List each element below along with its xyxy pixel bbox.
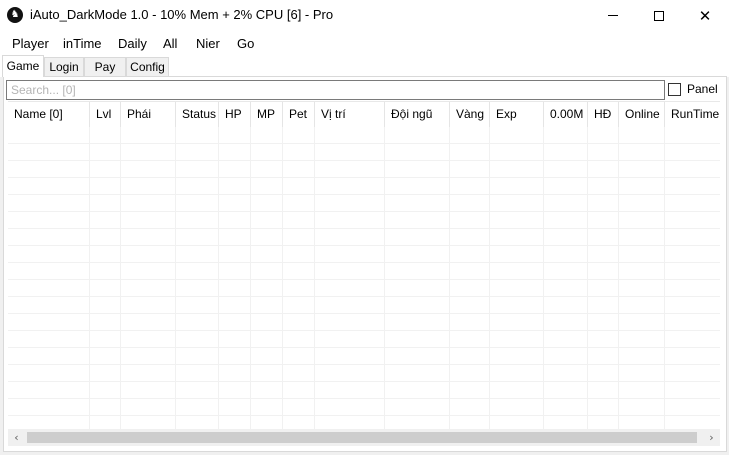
panel-checkbox-label: Panel <box>687 82 718 96</box>
minimize-icon <box>608 15 618 16</box>
grid-line <box>8 381 720 382</box>
grid-line <box>489 127 490 429</box>
grid-line <box>8 177 720 178</box>
column-header-name[interactable]: Name [0] <box>8 102 90 127</box>
grid-line <box>8 296 720 297</box>
grid-line <box>449 127 450 429</box>
column-header-phai[interactable]: Phái <box>121 102 176 127</box>
menu-go[interactable]: Go <box>237 36 254 51</box>
search-input[interactable] <box>6 80 665 100</box>
horizontal-scrollbar[interactable]: ‹ › <box>8 429 720 446</box>
grid-line <box>587 127 588 429</box>
menu-player[interactable]: Player <box>12 36 49 51</box>
app-icon: ♞ <box>7 7 23 23</box>
grid-line <box>8 160 720 161</box>
column-header-status[interactable]: Status <box>176 102 219 127</box>
grid-line <box>8 347 720 348</box>
player-grid[interactable]: Name [0] Lvl Phái Status HP MP Pet Vị tr… <box>8 101 720 429</box>
scroll-right-arrow-icon[interactable]: › <box>703 429 720 446</box>
close-button[interactable]: ✕ <box>682 0 728 31</box>
maximize-button[interactable] <box>636 0 682 31</box>
column-header-lvl[interactable]: Lvl <box>90 102 121 127</box>
tab-config[interactable]: Config <box>126 57 169 77</box>
tab-login[interactable]: Login <box>44 57 84 77</box>
grid-line <box>120 127 121 429</box>
scroll-thumb[interactable] <box>27 432 697 443</box>
maximize-icon <box>654 10 664 21</box>
grid-line <box>314 127 315 429</box>
grid-line <box>8 262 720 263</box>
grid-line <box>618 127 619 429</box>
grid-line <box>664 127 665 429</box>
column-header-vang[interactable]: Vàng <box>450 102 490 127</box>
grid-line <box>8 398 720 399</box>
panel-checkbox[interactable] <box>668 83 681 96</box>
window-title: iAuto_DarkMode 1.0 - 10% Mem + 2% CPU [6… <box>30 7 334 22</box>
column-header-doi-ngu[interactable]: Đội ngũ <box>385 102 450 127</box>
scroll-left-arrow-icon[interactable]: ‹ <box>8 429 25 446</box>
close-icon: ✕ <box>698 6 712 25</box>
menu-bar: Player inTime Daily All Nier Go <box>0 31 729 55</box>
menu-nier[interactable]: Nier <box>196 36 220 51</box>
column-header-mp[interactable]: MP <box>251 102 283 127</box>
grid-line <box>282 127 283 429</box>
grid-line <box>8 415 720 416</box>
grid-line <box>8 211 720 212</box>
menu-intime[interactable]: inTime <box>63 36 102 51</box>
grid-line <box>384 127 385 429</box>
title-bar: ♞ iAuto_DarkMode 1.0 - 10% Mem + 2% CPU … <box>0 0 729 31</box>
menu-daily[interactable]: Daily <box>118 36 147 51</box>
grid-line <box>8 279 720 280</box>
grid-line <box>8 143 720 144</box>
column-header-vi-tri[interactable]: Vị trí <box>315 102 385 127</box>
column-header-hd[interactable]: HĐ <box>588 102 619 127</box>
grid-line <box>8 364 720 365</box>
grid-body[interactable] <box>8 127 720 429</box>
grid-line <box>8 228 720 229</box>
grid-line <box>250 127 251 429</box>
tab-pay[interactable]: Pay <box>84 57 126 77</box>
grid-line <box>8 245 720 246</box>
grid-header: Name [0] Lvl Phái Status HP MP Pet Vị tr… <box>8 102 720 127</box>
tab-strip: Game Login Pay Config <box>0 55 729 77</box>
grid-line <box>218 127 219 429</box>
tab-game[interactable]: Game <box>2 55 44 77</box>
grid-line <box>8 313 720 314</box>
column-header-runtime[interactable]: RunTime <box>665 102 720 127</box>
grid-line <box>89 127 90 429</box>
minimize-button[interactable] <box>590 0 636 31</box>
grid-line <box>543 127 544 429</box>
grid-line <box>8 330 720 331</box>
column-header-online[interactable]: Online <box>619 102 665 127</box>
column-header-money[interactable]: 0.00M <box>544 102 588 127</box>
grid-line <box>175 127 176 429</box>
column-header-hp[interactable]: HP <box>219 102 251 127</box>
column-header-exp[interactable]: Exp <box>490 102 544 127</box>
menu-all[interactable]: All <box>163 36 177 51</box>
column-header-pet[interactable]: Pet <box>283 102 315 127</box>
grid-line <box>8 194 720 195</box>
